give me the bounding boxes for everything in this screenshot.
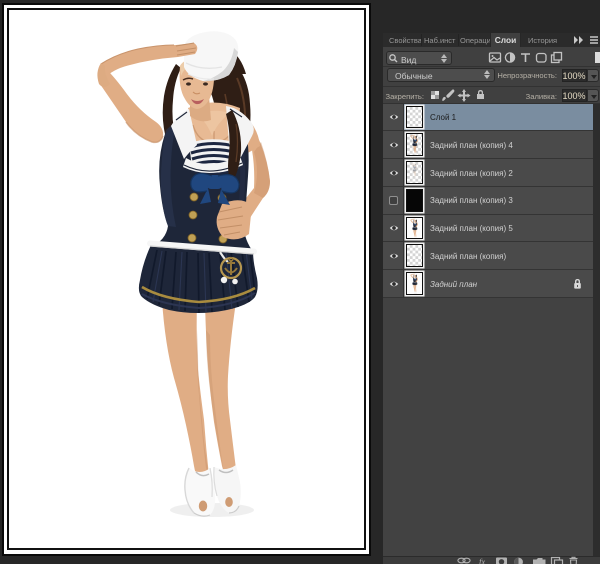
svg-text:fx: fx xyxy=(479,557,485,564)
